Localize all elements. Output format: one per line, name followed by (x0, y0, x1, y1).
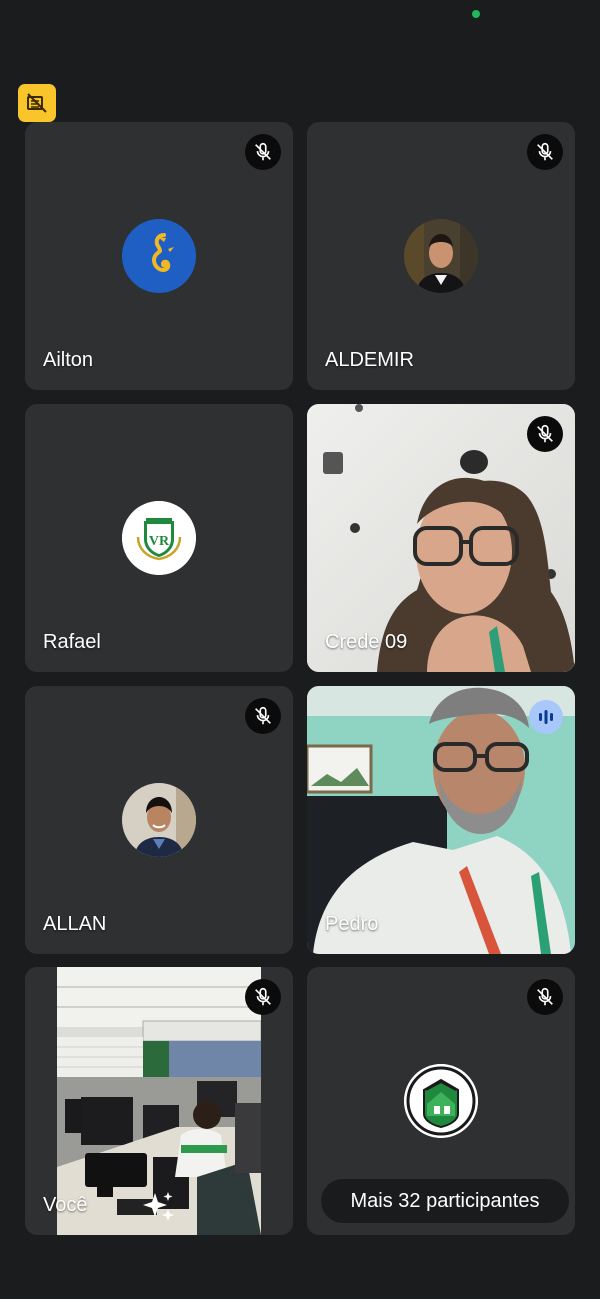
effects-button[interactable] (139, 1187, 179, 1227)
participant-name: ALLAN (43, 913, 107, 935)
avatar (122, 783, 196, 857)
participant-name: Você (43, 1194, 88, 1216)
participant-name: ALDEMIR (325, 349, 414, 371)
avatar: VR (122, 501, 196, 575)
school-seal-logo (404, 1064, 478, 1138)
participant-name: Ailton (43, 349, 94, 371)
portrait-photo (122, 783, 196, 857)
avatar (404, 219, 478, 293)
mic-off-icon (255, 987, 271, 1006)
status-indicator (472, 10, 480, 18)
mic-muted-indicator (527, 134, 563, 170)
mic-muted-indicator (527, 979, 563, 1015)
participant-name: Rafael (43, 631, 101, 653)
participant-tile-aldemir[interactable]: ALDEMIR (307, 122, 575, 390)
participant-name: Crede 09 (325, 631, 408, 653)
camera-off-badge[interactable] (18, 84, 56, 122)
speaking-indicator (529, 700, 563, 734)
portrait-photo (404, 219, 478, 293)
school-crest-logo: VR (122, 501, 196, 575)
participant-name: Pedro (325, 913, 379, 935)
mic-off-icon (255, 142, 271, 161)
mic-off-icon (537, 424, 553, 443)
participant-tile-ailton[interactable]: Ailton (25, 122, 293, 390)
mic-muted-indicator (245, 698, 281, 734)
participant-tile-self[interactable]: Você (25, 967, 293, 1235)
participant-tile-pedro[interactable]: Pedro (307, 686, 575, 954)
participant-tile-rafael[interactable]: VR Rafael (25, 404, 293, 672)
mic-muted-indicator (245, 979, 281, 1015)
avatar (122, 219, 196, 293)
mic-off-icon (255, 706, 271, 725)
audio-wave-icon (539, 710, 553, 724)
mic-muted-indicator (245, 134, 281, 170)
svg-text:VR: VR (149, 534, 170, 549)
mic-muted-indicator (527, 416, 563, 452)
avatar (404, 1064, 478, 1138)
mic-off-icon (537, 142, 553, 161)
participant-tile-crede-09[interactable]: Crede 09 (307, 404, 575, 672)
no-camera-icon (27, 93, 47, 113)
sparkle-icon (143, 1192, 174, 1221)
seahorse-logo (122, 219, 196, 293)
participant-tile-allan[interactable]: ALLAN (25, 686, 293, 954)
more-participants-tile[interactable]: Mais 32 participantes (307, 967, 575, 1235)
more-participants-button[interactable]: Mais 32 participantes (321, 1179, 569, 1223)
mic-off-icon (537, 987, 553, 1006)
